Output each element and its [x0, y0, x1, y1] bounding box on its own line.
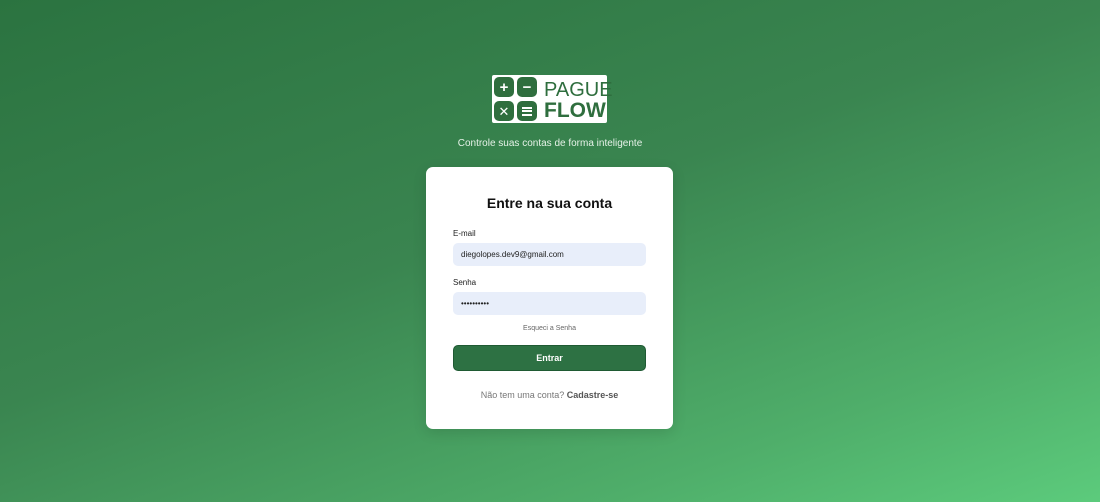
minus-icon: − — [517, 77, 537, 97]
brand-logo: + − ✕ PAGUE FLOW — [492, 75, 613, 123]
plus-icon: + — [494, 77, 514, 97]
forgot-password-link[interactable]: Esqueci a Senha — [426, 325, 673, 332]
equals-icon — [517, 101, 537, 121]
email-field[interactable] — [453, 243, 646, 266]
login-card: Entre na sua conta E-mail Senha Esqueci … — [426, 167, 673, 429]
logo-word-flow: FLOW — [544, 99, 606, 122]
password-label: Senha — [453, 278, 477, 287]
email-label: E-mail — [453, 229, 476, 238]
password-field[interactable] — [453, 292, 646, 315]
login-button[interactable]: Entrar — [453, 345, 646, 371]
login-title: Entre na sua conta — [486, 195, 613, 211]
signup-prompt: Não tem uma conta? Cadastre-se — [426, 390, 673, 400]
signup-prompt-text: Não tem uma conta? — [480, 390, 565, 400]
tagline: Controle suas contas de forma inteligent… — [457, 138, 643, 149]
signup-link[interactable]: Cadastre-se — [567, 390, 619, 400]
times-icon: ✕ — [494, 101, 514, 121]
